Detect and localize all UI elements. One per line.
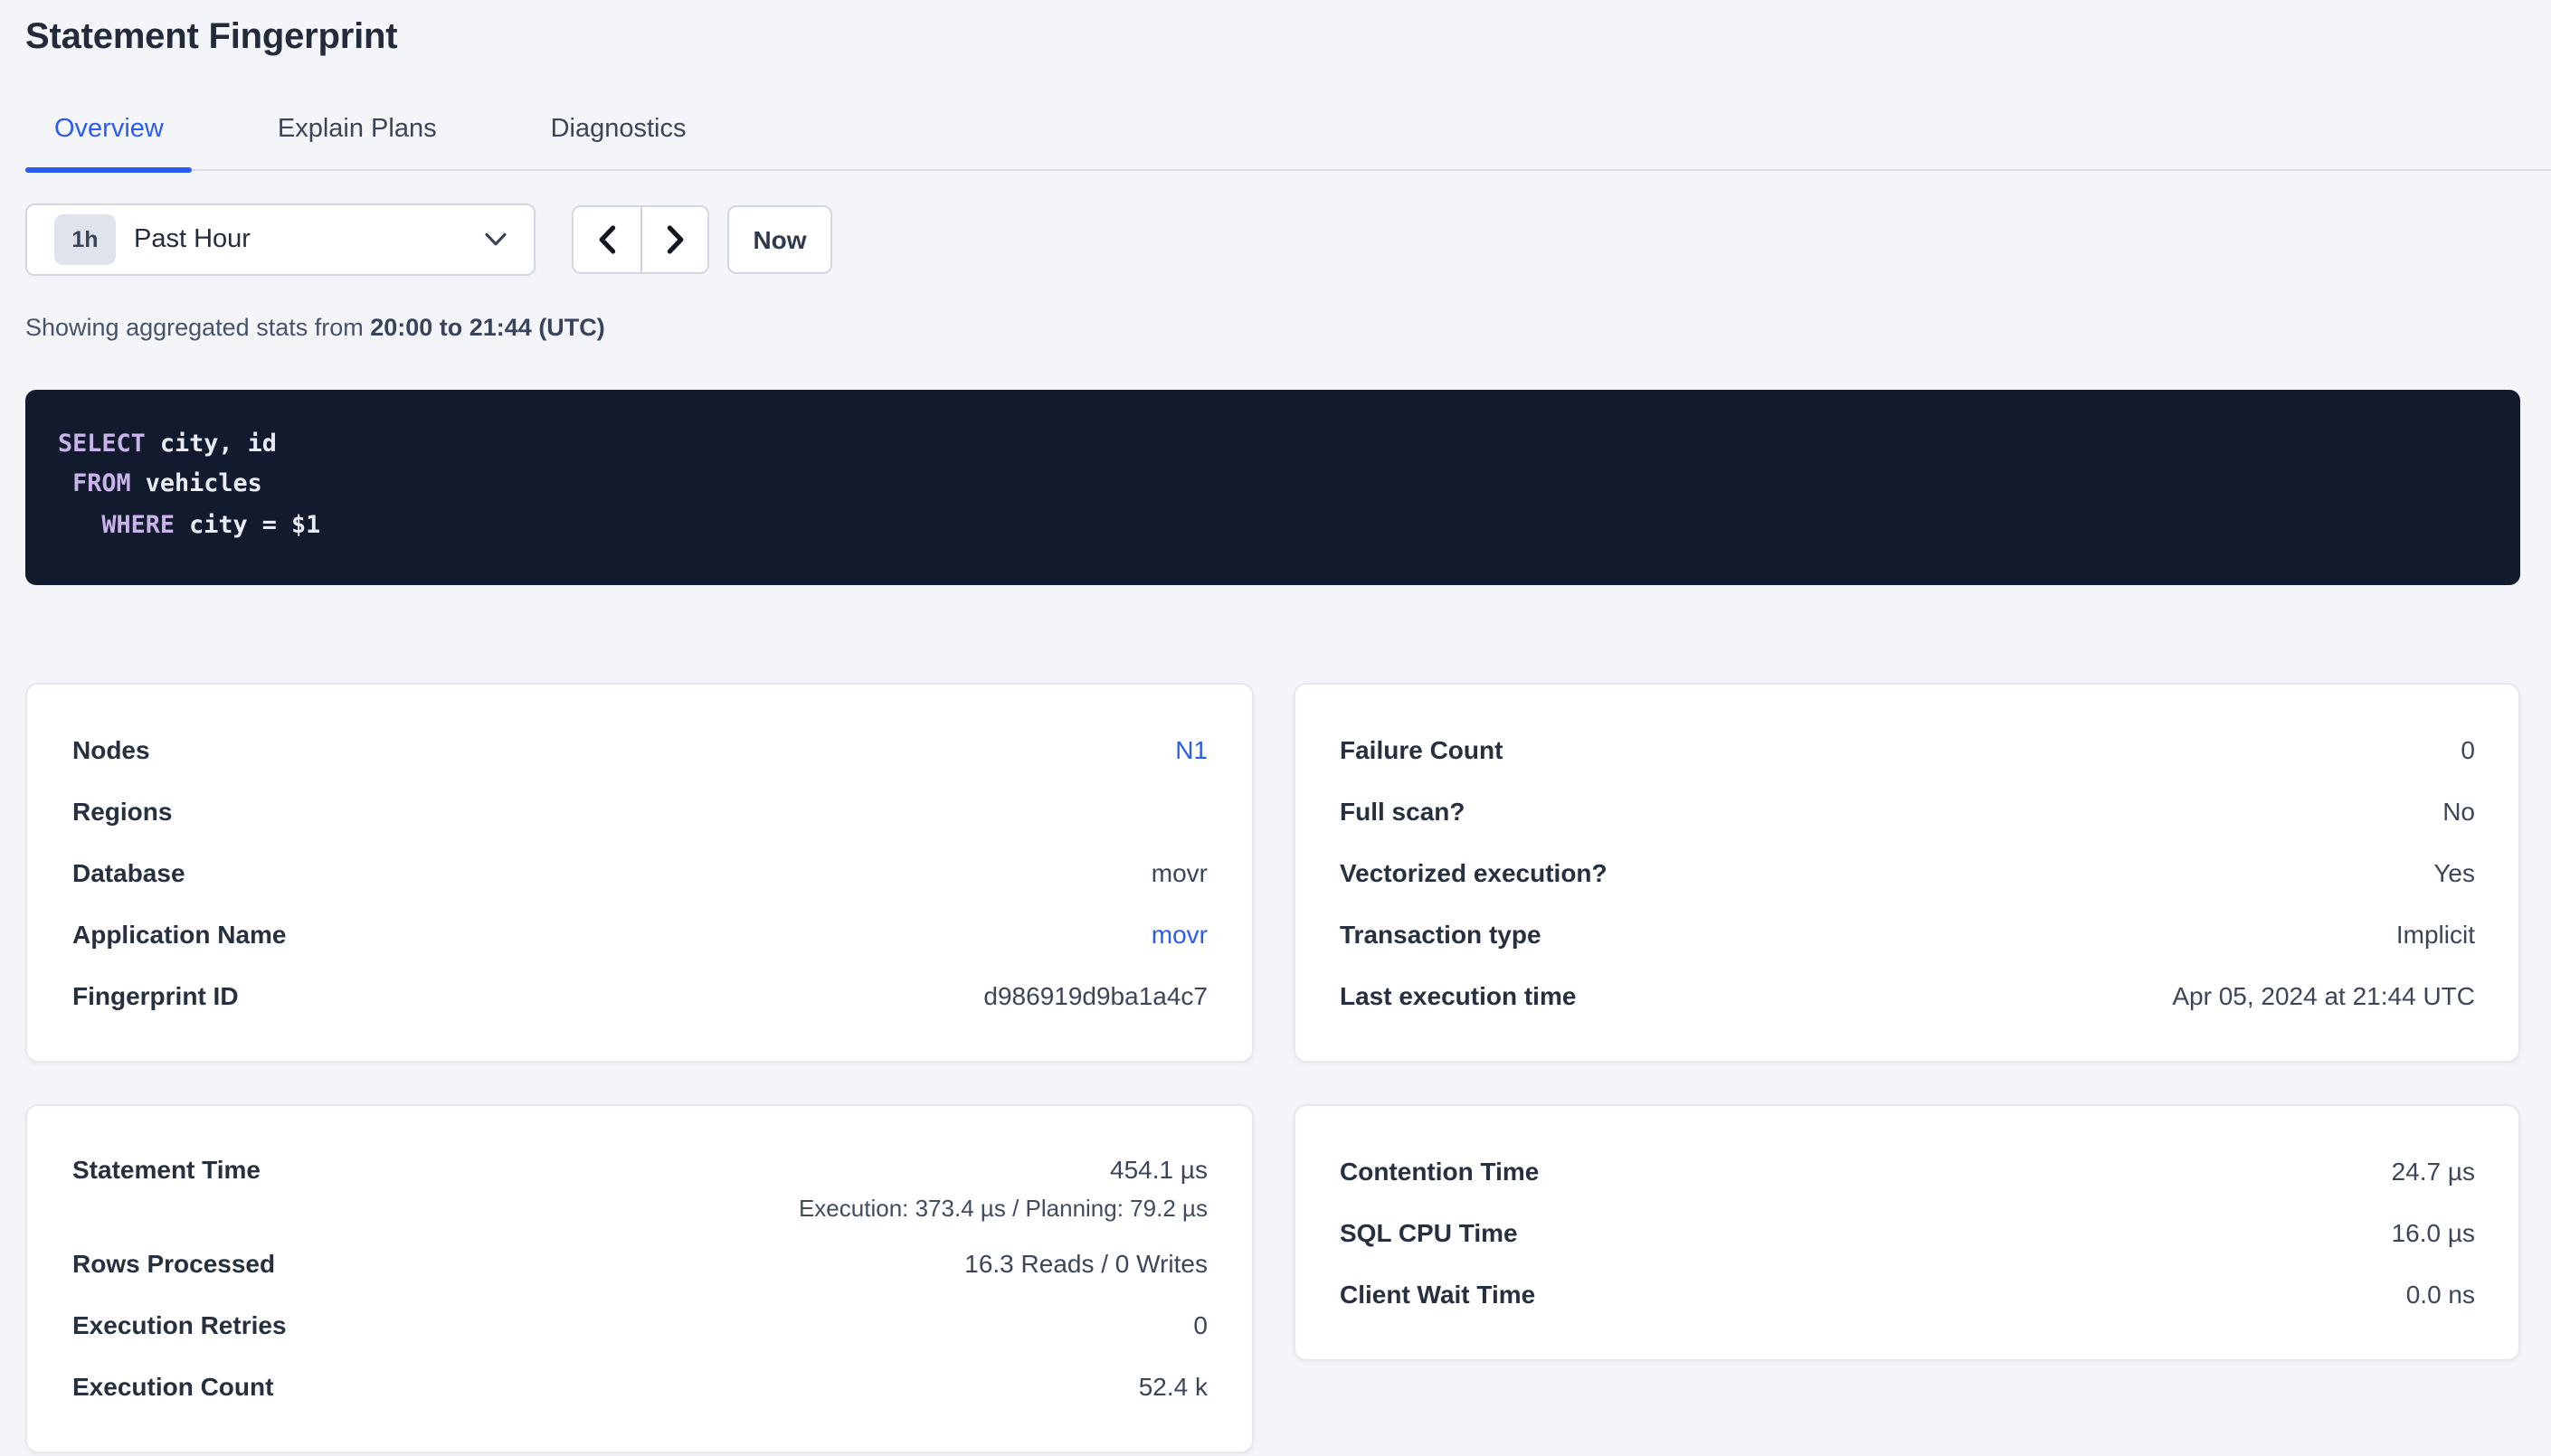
sql-text: vehicles (131, 472, 262, 499)
time-range-badge: 1h (54, 214, 116, 265)
overview-card-right: Failure Count 0 Full scan? No Vectorized… (1293, 683, 2520, 1063)
row-execution-retries-value: 0 (1193, 1309, 1208, 1340)
row-statement-time: Statement Time 454.1 µs Execution: 373.4… (72, 1140, 1208, 1233)
row-contention-time: Contention Time 24.7 µs (1340, 1140, 2475, 1202)
row-vectorized-execution: Vectorized execution? Yes (1340, 842, 2475, 903)
row-database: Database movr (72, 842, 1208, 903)
time-range-select[interactable]: 1h Past Hour (25, 203, 536, 276)
row-vectorized-execution-value: Yes (2433, 857, 2475, 888)
tab-bar: Overview Explain Plans Diagnostics (25, 115, 2551, 171)
row-failure-count-label: Failure Count (1340, 734, 1503, 765)
row-statement-time-subvalue: Execution: 373.4 µs / Planning: 79.2 µs (799, 1195, 1208, 1222)
now-button[interactable]: Now (727, 205, 832, 274)
sql-line: FROM vehicles (58, 467, 2484, 507)
time-toolbar: 1h Past Hour Now (25, 203, 2520, 276)
sql-indent (58, 513, 101, 540)
row-regions-label: Regions (72, 796, 172, 827)
row-database-label: Database (72, 857, 185, 888)
row-nodes: Nodes N1 (72, 719, 1208, 780)
row-full-scan-value: No (2442, 796, 2475, 827)
row-execution-count-value: 52.4 k (1139, 1371, 1208, 1402)
row-regions: Regions (72, 780, 1208, 842)
sql-statement-box: SELECT city, id FROM vehicles WHERE city… (25, 390, 2520, 585)
chevron-left-icon (597, 225, 617, 254)
nodes-link[interactable]: N1 (1175, 734, 1208, 765)
chevron-down-icon (485, 232, 507, 247)
time-pager (572, 205, 709, 274)
statement-fingerprint-page: Statement Fingerprint Overview Explain P… (0, 15, 2551, 1456)
row-contention-time-value: 24.7 µs (2392, 1156, 2475, 1187)
tab-diagnostics-label: Diagnostics (551, 115, 687, 144)
row-rows-processed-label: Rows Processed (72, 1248, 275, 1279)
aggregated-stats-range: 20:00 to 21:44 (UTC) (370, 314, 605, 341)
row-rows-processed: Rows Processed 16.3 Reads / 0 Writes (72, 1233, 1208, 1294)
row-transaction-type-label: Transaction type (1340, 919, 1541, 950)
detail-cards: Nodes N1 Regions Database movr Applicati… (25, 683, 2520, 1453)
chevron-right-icon (665, 225, 685, 254)
sql-indent (58, 472, 72, 499)
sql-text: city = $1 (175, 513, 320, 540)
row-vectorized-execution-label: Vectorized execution? (1340, 857, 1607, 888)
aggregated-stats-prefix: Showing aggregated stats from (25, 314, 370, 341)
tab-explain-plans-label: Explain Plans (278, 115, 437, 144)
row-client-wait-time: Client Wait Time 0.0 ns (1340, 1263, 2475, 1325)
time-next-button[interactable] (640, 207, 707, 272)
row-client-wait-time-label: Client Wait Time (1340, 1279, 1535, 1309)
aggregated-stats-text: Showing aggregated stats from 20:00 to 2… (25, 314, 2520, 343)
row-fingerprint-id: Fingerprint ID d986919d9ba1a4c7 (72, 965, 1208, 1026)
sql-keyword: WHERE (101, 513, 175, 540)
row-execution-retries-label: Execution Retries (72, 1309, 287, 1340)
sql-keyword: FROM (72, 472, 131, 499)
row-rows-processed-value: 16.3 Reads / 0 Writes (964, 1248, 1208, 1279)
time-range-value: Past Hour (134, 225, 485, 254)
statement-time-values: 454.1 µs Execution: 373.4 µs / Planning:… (799, 1155, 1208, 1222)
row-client-wait-time-value: 0.0 ns (2406, 1279, 2475, 1309)
row-application-name-label: Application Name (72, 919, 287, 950)
overview-card-left: Nodes N1 Regions Database movr Applicati… (25, 683, 1253, 1063)
row-execution-retries: Execution Retries 0 (72, 1294, 1208, 1356)
row-sql-cpu-time-label: SQL CPU Time (1340, 1217, 1518, 1248)
row-last-execution-time-value: Apr 05, 2024 at 21:44 UTC (2172, 980, 2475, 1011)
application-name-link[interactable]: movr (1152, 919, 1208, 950)
row-last-execution-time: Last execution time Apr 05, 2024 at 21:4… (1340, 965, 2475, 1026)
tab-overview-label: Overview (54, 115, 164, 144)
sql-keyword: SELECT (58, 431, 146, 459)
row-full-scan-label: Full scan? (1340, 796, 1465, 827)
row-application-name: Application Name movr (72, 903, 1208, 965)
stats-card-left: Statement Time 454.1 µs Execution: 373.4… (25, 1104, 1253, 1453)
page-title: Statement Fingerprint (25, 15, 2520, 59)
row-statement-time-label: Statement Time (72, 1155, 261, 1186)
tab-diagnostics[interactable]: Diagnostics (522, 115, 716, 169)
row-last-execution-time-label: Last execution time (1340, 980, 1576, 1011)
row-statement-time-value: 454.1 µs (1110, 1155, 1208, 1186)
sql-text: city, id (146, 431, 277, 459)
sql-line: SELECT city, id (58, 426, 2484, 467)
row-sql-cpu-time-value: 16.0 µs (2392, 1217, 2475, 1248)
row-sql-cpu-time: SQL CPU Time 16.0 µs (1340, 1202, 2475, 1263)
tab-overview[interactable]: Overview (25, 115, 193, 169)
row-full-scan: Full scan? No (1340, 780, 2475, 842)
row-database-value: movr (1152, 857, 1208, 888)
sql-line: WHERE city = $1 (58, 507, 2484, 548)
row-execution-count-label: Execution Count (72, 1371, 273, 1402)
stats-card-right: Contention Time 24.7 µs SQL CPU Time 16.… (1293, 1104, 2520, 1361)
row-fingerprint-id-value: d986919d9ba1a4c7 (983, 980, 1208, 1011)
row-execution-count: Execution Count 52.4 k (72, 1356, 1208, 1417)
row-fingerprint-id-label: Fingerprint ID (72, 980, 239, 1011)
row-failure-count-value: 0 (2461, 734, 2475, 765)
time-prev-button[interactable] (574, 207, 640, 272)
row-failure-count: Failure Count 0 (1340, 719, 2475, 780)
row-contention-time-label: Contention Time (1340, 1156, 1539, 1187)
row-nodes-label: Nodes (72, 734, 150, 765)
tab-explain-plans[interactable]: Explain Plans (249, 115, 466, 169)
row-transaction-type-value: Implicit (2396, 919, 2475, 950)
row-transaction-type: Transaction type Implicit (1340, 903, 2475, 965)
